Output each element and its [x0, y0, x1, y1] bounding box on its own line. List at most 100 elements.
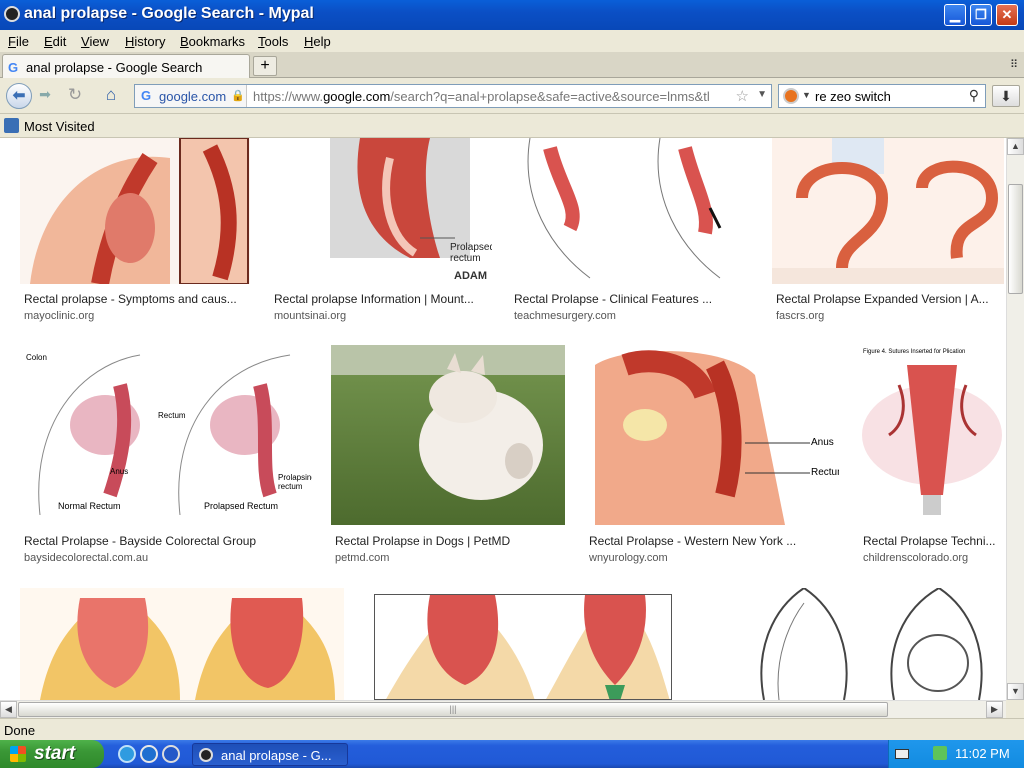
suture-diagram: [859, 345, 1006, 525]
home-button[interactable]: ⌂: [100, 85, 122, 107]
menu-file[interactable]: File: [8, 34, 29, 49]
result-source-5: baysidecolorectal.com.au: [24, 552, 149, 564]
url-text[interactable]: https://www.google.com/search?q=anal+pro…: [253, 89, 731, 104]
tab-google-search[interactable]: G anal prolapse - Google Search: [2, 54, 250, 79]
window-title: anal prolapse - Google Search - Mypal: [24, 5, 314, 22]
normal-rectum-label: Normal Rectum: [58, 501, 121, 511]
result-caption-2[interactable]: Rectal prolapse Information | Mount...: [274, 292, 490, 306]
search-bar[interactable]: ▼ re zeo switch ⚲: [778, 84, 986, 108]
adam-logo: ADAM: [454, 270, 487, 282]
tab-list-icon[interactable]: ⠿: [1010, 58, 1018, 71]
site-identity-button[interactable]: G google.com 🔒: [135, 85, 247, 107]
scroll-up-arrow-icon[interactable]: ▲: [1007, 138, 1024, 155]
url-dropdown-icon[interactable]: ▼: [757, 89, 767, 100]
vertical-scrollbar[interactable]: ▲ ▼: [1006, 138, 1024, 700]
result-thumbnail-6[interactable]: [331, 345, 565, 525]
result-thumbnail-7[interactable]: Anus Rectum: [585, 345, 839, 525]
result-thumbnail-5[interactable]: Colon Rectum Anus Prolapsingrectum Norma…: [20, 345, 312, 525]
scroll-down-arrow-icon[interactable]: ▼: [1007, 683, 1024, 700]
scrollbar-corner: [1006, 700, 1024, 718]
result-thumbnail-4[interactable]: [772, 138, 1004, 284]
result-caption-7[interactable]: Rectal Prolapse - Western New York ...: [589, 534, 839, 548]
maximize-button[interactable]: ❐: [970, 4, 992, 26]
window-titlebar[interactable]: anal prolapse - Google Search - Mypal ▁ …: [0, 0, 1024, 30]
forward-button[interactable]: ➡: [34, 86, 56, 106]
status-text: Done: [4, 723, 36, 738]
anatomy-illustration: [20, 588, 344, 700]
result-thumbnail-10[interactable]: [374, 594, 672, 700]
quicklaunch-ie-icon[interactable]: [140, 745, 158, 763]
result-source-8: childrenscolorado.org: [863, 552, 969, 564]
keyboard-icon[interactable]: [895, 749, 909, 759]
search-input[interactable]: re zeo switch: [815, 89, 891, 104]
result-thumbnail-9[interactable]: [20, 588, 344, 700]
bookmark-star-icon[interactable]: ☆: [736, 87, 749, 105]
browser-app-icon: [199, 748, 213, 762]
system-tray: 11:02 PM: [888, 740, 1024, 768]
result-caption-8[interactable]: Rectal Prolapse Techni...: [863, 534, 1006, 548]
result-caption-6[interactable]: Rectal Prolapse in Dogs | PetMD: [335, 534, 565, 548]
scroll-left-arrow-icon[interactable]: ◀: [0, 701, 17, 718]
anatomy-illustration: [375, 595, 671, 699]
reload-button[interactable]: ↻: [64, 85, 86, 107]
figure-caption: Figure 4. Sutures Inserted for Plication: [863, 349, 966, 355]
result-caption-1[interactable]: Rectal prolapse - Symptoms and caus...: [24, 292, 250, 306]
menu-view[interactable]: View: [81, 34, 109, 49]
lock-icon: 🔒: [231, 90, 245, 102]
menu-edit[interactable]: Edit: [44, 34, 66, 49]
menu-history[interactable]: History: [125, 34, 165, 49]
menu-bar: File Edit View History Bookmarks Tools H…: [0, 30, 1024, 52]
quicklaunch-desktop-icon[interactable]: [118, 745, 136, 763]
prolapsed-rectum-label: Prolapsed rectum: [450, 242, 492, 264]
image-results-grid: Rectal prolapse - Symptoms and caus... m…: [0, 138, 1006, 700]
prolapsed-rectum-caption: Prolapsed Rectum: [204, 501, 279, 511]
anus-label: Anus: [811, 437, 834, 448]
result-source-1: mayoclinic.org: [24, 310, 95, 322]
result-caption-4[interactable]: Rectal Prolapse Expanded Version | A...: [776, 292, 1002, 306]
vertical-scroll-thumb[interactable]: [1008, 184, 1023, 294]
anus-label: Anus: [110, 467, 129, 476]
downloads-button[interactable]: ⬇: [992, 85, 1020, 107]
bookmarks-toolbar: Most Visited: [0, 114, 1024, 138]
result-thumbnail-3[interactable]: [510, 138, 754, 284]
result-thumbnail-2[interactable]: Prolapsed rectum ADAM: [270, 138, 492, 284]
start-button[interactable]: start: [0, 740, 104, 768]
rectum-label: Rectum: [158, 411, 186, 420]
google-favicon-icon: G: [8, 60, 19, 75]
search-icon[interactable]: ⚲: [969, 87, 979, 104]
anatomy-illustration: [20, 138, 250, 284]
most-visited-bookmark[interactable]: Most Visited: [24, 119, 95, 134]
horizontal-scrollbar[interactable]: ◀ ||| ▶: [0, 700, 1006, 718]
result-thumbnail-11[interactable]: [704, 588, 1006, 700]
start-label: start: [34, 743, 76, 764]
minimize-button[interactable]: ▁: [944, 4, 966, 26]
windows-flag-icon: [10, 746, 26, 762]
result-thumbnail-8[interactable]: Figure 4. Sutures Inserted for Plication: [859, 345, 1006, 525]
surgical-sketch: [510, 138, 754, 284]
menu-bookmarks[interactable]: Bookmarks: [180, 34, 245, 49]
prolapsing-rectum-label: Prolapsingrectum: [278, 473, 312, 491]
result-thumbnail-1[interactable]: [20, 138, 250, 284]
result-caption-5[interactable]: Rectal Prolapse - Bayside Colorectal Gro…: [24, 534, 312, 548]
address-bar[interactable]: G google.com 🔒 https://www.google.com/se…: [134, 84, 772, 108]
horizontal-scroll-thumb[interactable]: |||: [18, 702, 888, 717]
identity-domain: google.com: [159, 89, 227, 104]
result-caption-3[interactable]: Rectal Prolapse - Clinical Features ...: [514, 292, 754, 306]
search-engine-icon[interactable]: [783, 88, 799, 104]
status-bar: Done: [0, 718, 1024, 740]
screen: anal prolapse - Google Search - Mypal ▁ …: [0, 0, 1024, 768]
engine-dropdown-icon[interactable]: ▼: [802, 90, 811, 100]
navigation-toolbar: ⬅ ➡ ↻ ⌂ G google.com 🔒 https://www.googl…: [0, 78, 1024, 114]
clock[interactable]: 11:02 PM: [955, 746, 1010, 761]
menu-tools[interactable]: Tools: [258, 34, 288, 49]
menu-help[interactable]: Help: [304, 34, 331, 49]
quicklaunch-media-player-icon[interactable]: [162, 745, 180, 763]
close-button[interactable]: ✕: [996, 4, 1018, 26]
scroll-right-arrow-icon[interactable]: ▶: [986, 701, 1003, 718]
network-icon[interactable]: [933, 746, 947, 760]
taskbar-item-label: anal prolapse - G...: [221, 748, 332, 763]
taskbar-item-browser[interactable]: anal prolapse - G...: [192, 743, 348, 766]
new-tab-button[interactable]: +: [253, 56, 277, 76]
browser-app-icon: [4, 6, 20, 22]
back-button[interactable]: ⬅: [6, 83, 32, 109]
